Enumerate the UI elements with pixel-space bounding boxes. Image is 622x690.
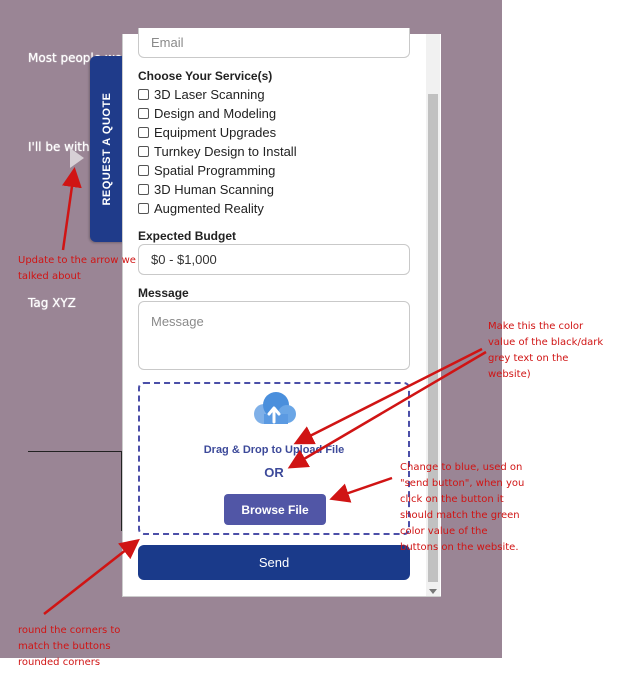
annotation-line: grey text on the — [488, 353, 569, 364]
cloud-upload-icon — [254, 392, 296, 424]
checkbox[interactable] — [138, 203, 149, 214]
service-option[interactable]: Equipment Upgrades — [138, 125, 276, 140]
annotation-line: match the buttons — [18, 641, 111, 652]
background-text-3: Tag XYZ — [28, 296, 76, 310]
email-field[interactable]: Email — [138, 28, 410, 58]
annotation-line: Update to the arrow we — [18, 255, 136, 266]
annotation-color-note: Make this the color value of the black/d… — [488, 319, 603, 383]
annotation-corners-note: round the corners to match the buttons r… — [18, 623, 120, 671]
checkbox[interactable] — [138, 165, 149, 176]
annotation-line: click on the button it — [400, 494, 504, 505]
annotation-line: Change to blue, used on — [400, 462, 523, 473]
annotation-line: talked about — [18, 271, 81, 282]
annotation-line: "send button", when you — [400, 478, 525, 489]
divider-line — [28, 451, 123, 452]
service-label: 3D Laser Scanning — [154, 87, 265, 102]
annotation-line: rounded corners — [18, 657, 101, 668]
checkbox[interactable] — [138, 146, 149, 157]
checkbox[interactable] — [138, 108, 149, 119]
annotation-arrow-note: Update to the arrow we talked about — [18, 253, 136, 285]
service-label: Turnkey Design to Install — [154, 144, 297, 159]
annotation-line: buttons on the website. — [400, 542, 519, 553]
service-option[interactable]: 3D Human Scanning — [138, 182, 274, 197]
service-option[interactable]: 3D Laser Scanning — [138, 87, 265, 102]
or-text: OR — [264, 465, 284, 480]
budget-label: Expected Budget — [138, 229, 237, 243]
annotation-blue-note: Change to blue, used on "send button", w… — [400, 460, 524, 556]
annotation-line: should match the green — [400, 510, 520, 521]
annotation-line: color value of the — [400, 526, 488, 537]
service-label: Augmented Reality — [154, 201, 264, 216]
checkbox[interactable] — [138, 89, 149, 100]
service-label: Design and Modeling — [154, 106, 277, 121]
budget-select[interactable]: $0 - $1,000 — [138, 244, 410, 275]
request-quote-label: REQUEST A QUOTE — [101, 92, 113, 206]
message-label: Message — [138, 286, 189, 300]
annotation-line: value of the black/dark — [488, 337, 604, 348]
service-label: 3D Human Scanning — [154, 182, 274, 197]
drag-drop-text: Drag & Drop to Upload File — [203, 444, 345, 456]
service-label: Spatial Programming — [154, 163, 276, 178]
service-option[interactable]: Design and Modeling — [138, 106, 276, 121]
tab-arrow-icon[interactable] — [70, 148, 84, 168]
annotation-line: round the corners to — [18, 625, 121, 636]
checkbox[interactable] — [138, 127, 149, 138]
browse-file-button[interactable]: Browse File — [224, 494, 326, 525]
service-option[interactable]: Turnkey Design to Install — [138, 144, 297, 159]
service-option[interactable]: Augmented Reality — [138, 201, 264, 216]
request-quote-tab[interactable]: REQUEST A QUOTE — [90, 56, 124, 242]
send-button[interactable]: Send — [138, 545, 410, 580]
checkbox[interactable] — [138, 184, 149, 195]
scroll-down-icon[interactable] — [429, 589, 437, 594]
annotation-line: website) — [488, 369, 531, 380]
services-label: Choose Your Service(s) — [138, 69, 273, 83]
annotation-line: Make this the color — [488, 321, 584, 332]
message-textarea[interactable]: Message — [138, 301, 410, 370]
service-option[interactable]: Spatial Programming — [138, 163, 275, 178]
service-label: Equipment Upgrades — [154, 125, 277, 140]
